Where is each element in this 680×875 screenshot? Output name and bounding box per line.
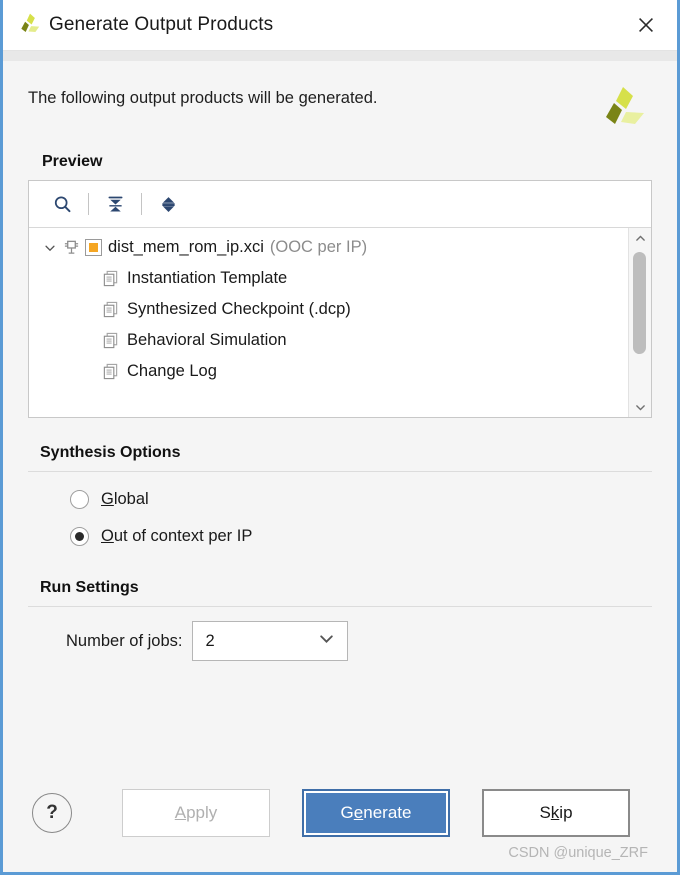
chevron-down-icon[interactable] — [318, 630, 335, 652]
radio-ooc-label: Out of context per IP — [101, 527, 252, 546]
title-separator — [3, 50, 677, 61]
vivado-logo-icon — [17, 12, 43, 38]
help-icon[interactable]: ? — [32, 793, 72, 833]
synthesis-options-divider — [28, 471, 652, 472]
tree-node-label: Instantiation Template — [127, 269, 288, 287]
skip-button[interactable]: Skip — [482, 789, 630, 837]
document-icon — [101, 332, 119, 350]
tree-row[interactable]: Synthesized Checkpoint (.dcp) — [29, 294, 628, 325]
number-of-jobs-label: Number of jobs: — [66, 631, 183, 650]
tree-toolbar — [29, 181, 651, 228]
tree-node-suffix: (OOC per IP) — [269, 238, 368, 256]
run-settings-heading: Run Settings — [40, 579, 139, 596]
button-row: ? Apply Generate Skip — [28, 780, 652, 837]
number-of-jobs-select[interactable]: 2 — [192, 621, 349, 661]
dialog-body: The following output products will be ge… — [3, 61, 677, 875]
watermark: CSDN @unique_ZRF — [508, 845, 648, 861]
tree-row[interactable]: Change Log — [29, 356, 628, 387]
apply-button[interactable]: Apply — [122, 789, 270, 837]
skip-button-label: Skip — [539, 803, 572, 823]
generate-mnemonic: e — [353, 803, 364, 822]
tree-row[interactable]: Behavioral Simulation — [29, 325, 628, 356]
tree-body: dist_mem_rom_ip.xci (OOC per IP) Instant… — [29, 228, 651, 417]
radio-out-of-context[interactable]: Out of context per IP — [28, 518, 652, 555]
scrollbar-track[interactable] — [629, 248, 651, 397]
synthesis-options-section: Synthesis Options Global Out of context … — [28, 444, 652, 555]
toolbar-divider-2 — [141, 193, 142, 215]
tree-row[interactable]: Instantiation Template — [29, 263, 628, 294]
apply-rest: pply — [186, 803, 218, 822]
dialog-footer: ? Apply Generate Skip CSDN @unique_ZRF — [28, 780, 652, 875]
radio-indicator[interactable] — [70, 490, 89, 509]
intro-text: The following output products will be ge… — [28, 89, 378, 107]
radio-global-mnemonic: G — [101, 490, 114, 508]
generate-button[interactable]: Generate — [302, 789, 450, 837]
radio-global[interactable]: Global — [28, 481, 652, 518]
tree-node-label: Behavioral Simulation — [127, 331, 287, 349]
number-of-jobs-value: 2 — [205, 631, 215, 650]
chevron-up-icon[interactable] — [629, 228, 651, 248]
tree-row[interactable]: dist_mem_rom_ip.xci (OOC per IP) — [29, 232, 628, 263]
radio-indicator[interactable] — [70, 527, 89, 546]
generate-pre: G — [340, 803, 354, 822]
tree-node-label: Synthesized Checkpoint (.dcp) — [127, 300, 351, 318]
title-bar: Generate Output Products — [3, 0, 677, 50]
tree-vertical-scrollbar[interactable] — [628, 228, 651, 417]
collapse-all-icon[interactable] — [96, 188, 134, 220]
chevron-down-icon[interactable] — [629, 397, 651, 417]
document-icon — [101, 301, 119, 319]
document-icon — [101, 363, 119, 381]
radio-ooc-rest: ut of context per IP — [113, 527, 253, 545]
radio-ooc-mnemonic: O — [101, 527, 114, 545]
number-of-jobs-row: Number of jobs: 2 — [28, 621, 652, 661]
generate-button-label: Generate — [341, 803, 412, 823]
run-settings-divider — [28, 606, 652, 607]
scrollbar-thumb[interactable] — [633, 252, 646, 354]
toolbar-divider-1 — [88, 193, 89, 215]
tree-node-label: dist_mem_rom_ip.xci — [108, 238, 264, 256]
run-settings-section: Run Settings Number of jobs: 2 — [28, 579, 652, 661]
search-icon[interactable] — [43, 188, 81, 220]
chevron-down-icon[interactable] — [41, 239, 59, 257]
dialog-title: Generate Output Products — [49, 14, 274, 35]
tree-node-label: Change Log — [127, 362, 217, 380]
skip-pre: S — [539, 803, 551, 822]
apply-button-label: Apply — [175, 803, 218, 823]
tree-list: dist_mem_rom_ip.xci (OOC per IP) Instant… — [29, 228, 628, 417]
document-icon — [101, 270, 119, 288]
vivado-logo-large-icon — [599, 85, 647, 133]
generate-rest: nerate — [363, 803, 412, 822]
close-icon[interactable] — [629, 8, 663, 42]
preview-section: Preview dist_mem_rom_ip.xci (OOC per IP)… — [28, 153, 652, 418]
radio-global-rest: lobal — [113, 490, 149, 508]
generate-output-products-dialog: Generate Output Products The following o… — [0, 0, 680, 875]
skip-rest: ip — [559, 803, 573, 822]
orange-square-icon — [85, 239, 102, 256]
synthesis-options-heading: Synthesis Options — [40, 444, 181, 461]
preview-tree-panel: dist_mem_rom_ip.xci (OOC per IP) Instant… — [28, 180, 652, 418]
apply-mnemonic: A — [174, 803, 187, 822]
intro-row: The following output products will be ge… — [28, 61, 652, 153]
ip-core-icon — [61, 239, 81, 257]
expand-all-icon[interactable] — [149, 188, 187, 220]
preview-heading: Preview — [42, 153, 103, 170]
radio-global-label: Global — [101, 490, 149, 509]
